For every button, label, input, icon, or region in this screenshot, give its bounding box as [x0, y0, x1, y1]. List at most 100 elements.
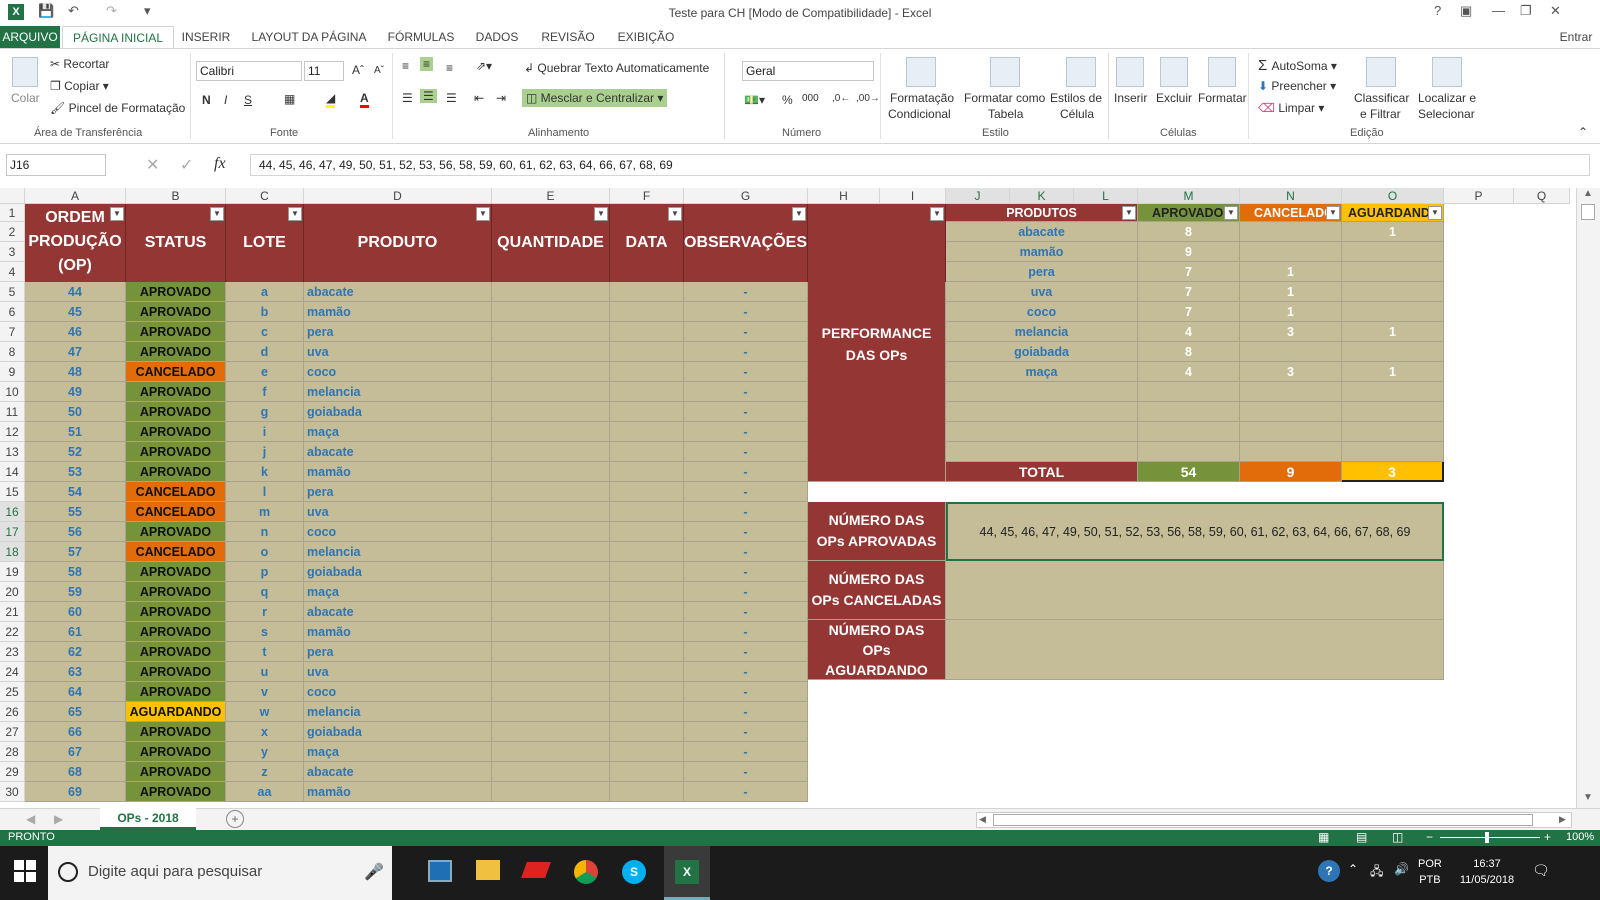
zoom-slider[interactable] — [1440, 837, 1540, 838]
taskbar-app-icon[interactable] — [428, 860, 452, 882]
merge-center-button[interactable]: ◫ Mesclar e Centralizar ▾ — [522, 89, 668, 107]
cancel-entry-icon[interactable]: ✕ — [146, 155, 159, 175]
vertical-scroll-thumb[interactable] — [1581, 204, 1595, 220]
format-cells-icon[interactable] — [1208, 57, 1236, 87]
cell-data[interactable] — [610, 742, 684, 762]
summary-produto[interactable] — [946, 422, 1138, 442]
cell-produto[interactable]: uva — [304, 342, 492, 362]
align-middle-icon[interactable]: ≡ — [420, 57, 434, 71]
row-header[interactable]: 8 — [0, 342, 25, 362]
find-select-line2[interactable]: Selecionar — [1418, 107, 1475, 121]
scroll-right-icon[interactable]: ▶ — [1559, 814, 1566, 825]
cell-lote[interactable]: a — [226, 282, 304, 302]
filter-button-h[interactable]: ▼ — [930, 207, 944, 221]
cell-data[interactable] — [610, 562, 684, 582]
cell-lote[interactable]: x — [226, 722, 304, 742]
row-header[interactable]: 2 — [0, 222, 25, 242]
filter-button-e[interactable]: ▼ — [594, 207, 608, 221]
sort-filter-line1[interactable]: Classificar — [1354, 91, 1409, 105]
cell-observacoes[interactable]: - — [684, 562, 808, 582]
cell-op[interactable]: 60 — [25, 602, 126, 622]
cell-styles-line2[interactable]: Célula — [1060, 107, 1094, 121]
cell-lote[interactable]: c — [226, 322, 304, 342]
scroll-left-icon[interactable]: ◀ — [979, 814, 986, 825]
page-layout-view-icon[interactable]: ▤ — [1356, 830, 1367, 844]
cell-lote[interactable]: e — [226, 362, 304, 382]
cell-produto[interactable]: maça — [304, 742, 492, 762]
cell-observacoes[interactable]: - — [684, 362, 808, 382]
orientation-icon[interactable]: ⇗▾ — [476, 59, 492, 73]
cell-lote[interactable]: s — [226, 622, 304, 642]
cell-observacoes[interactable]: - — [684, 422, 808, 442]
cell-produto[interactable]: pera — [304, 642, 492, 662]
cell-op[interactable]: 65 — [25, 702, 126, 722]
paste-icon[interactable] — [12, 57, 38, 87]
cell-quantidade[interactable] — [492, 322, 610, 342]
cell-lote[interactable]: y — [226, 742, 304, 762]
summary-aguardando[interactable] — [1342, 282, 1444, 302]
summary-aguardando[interactable] — [1342, 302, 1444, 322]
filter-button-cancelado[interactable]: ▼ — [1326, 206, 1340, 220]
cell-status[interactable]: APROVADO — [126, 762, 226, 782]
cell-status[interactable]: APROVADO — [126, 682, 226, 702]
worksheet-grid[interactable]: ABCDEFGHIJKLMNOPQ 1 2 3 4 5 6 7 8 9 10 11 12 13 14 15 1… — [0, 188, 1570, 808]
row-header[interactable]: 28 — [0, 742, 25, 762]
cell-op[interactable]: 54 — [25, 482, 126, 502]
next-sheet-icon[interactable]: ▶ — [54, 812, 63, 826]
summary-aprovado[interactable] — [1138, 402, 1240, 422]
summary-aguardando[interactable]: 1 — [1342, 362, 1444, 382]
decrease-decimal-icon[interactable]: ,00→ — [856, 93, 880, 104]
sort-filter-line2[interactable]: e Filtrar — [1360, 107, 1401, 121]
cell-data[interactable] — [610, 762, 684, 782]
cell-produto[interactable]: uva — [304, 502, 492, 522]
percent-button[interactable]: % — [782, 93, 793, 107]
cell-produto[interactable]: abacate — [304, 442, 492, 462]
cell-op[interactable]: 51 — [25, 422, 126, 442]
cell-observacoes[interactable]: - — [684, 322, 808, 342]
cell-quantidade[interactable] — [492, 602, 610, 622]
sheet-tab-ops-2018[interactable]: OPs - 2018 — [100, 808, 196, 830]
help-tray-icon[interactable]: ? — [1318, 860, 1340, 882]
cell-lote[interactable]: o — [226, 542, 304, 562]
cell-data[interactable] — [610, 322, 684, 342]
filter-button-f[interactable]: ▼ — [668, 207, 682, 221]
cell-status[interactable]: AGUARDANDO — [126, 702, 226, 722]
tab-inserir[interactable]: INSERIR — [176, 26, 236, 48]
filter-button-g[interactable]: ▼ — [792, 207, 806, 221]
cell-data[interactable] — [610, 662, 684, 682]
summary-produto[interactable]: uva — [946, 282, 1138, 302]
summary-cancelado[interactable]: 1 — [1240, 282, 1342, 302]
cell-status[interactable]: APROVADO — [126, 322, 226, 342]
summary-produto[interactable]: abacate — [946, 222, 1138, 242]
cell-status[interactable]: APROVADO — [126, 342, 226, 362]
conditional-format-line1[interactable]: Formatação — [890, 91, 954, 105]
summary-produto[interactable]: melancia — [946, 322, 1138, 342]
find-select-icon[interactable] — [1432, 57, 1462, 87]
cell-status[interactable]: APROVADO — [126, 562, 226, 582]
cell-quantidade[interactable] — [492, 622, 610, 642]
decrease-indent-icon[interactable]: ⇤ — [474, 91, 484, 105]
delete-cells-icon[interactable] — [1160, 57, 1188, 87]
cell-data[interactable] — [610, 382, 684, 402]
cell-produto[interactable]: melancia — [304, 382, 492, 402]
cell-op[interactable]: 55 — [25, 502, 126, 522]
cell-produto[interactable]: maça — [304, 422, 492, 442]
cell-quantidade[interactable] — [492, 562, 610, 582]
row-header[interactable]: 4 — [0, 262, 25, 282]
cell-quantidade[interactable] — [492, 782, 610, 802]
row-header[interactable]: 24 — [0, 662, 25, 682]
row-header[interactable]: 17 — [0, 522, 25, 542]
cell-observacoes[interactable]: - — [684, 622, 808, 642]
column-header-j[interactable]: J — [946, 188, 1010, 204]
row-header[interactable]: 29 — [0, 762, 25, 782]
cell-quantidade[interactable] — [492, 642, 610, 662]
cell-observacoes[interactable]: - — [684, 662, 808, 682]
column-header-o[interactable]: O — [1342, 188, 1444, 204]
align-center-icon[interactable]: ☰ — [420, 89, 437, 103]
cell-data[interactable] — [610, 482, 684, 502]
select-all-corner[interactable] — [0, 188, 25, 204]
ribbon-display-icon[interactable]: ▣ — [1460, 3, 1472, 19]
column-header-c[interactable]: C — [226, 188, 304, 204]
conditional-format-icon[interactable] — [906, 57, 936, 87]
format-as-table-line1[interactable]: Formatar como — [964, 91, 1045, 105]
